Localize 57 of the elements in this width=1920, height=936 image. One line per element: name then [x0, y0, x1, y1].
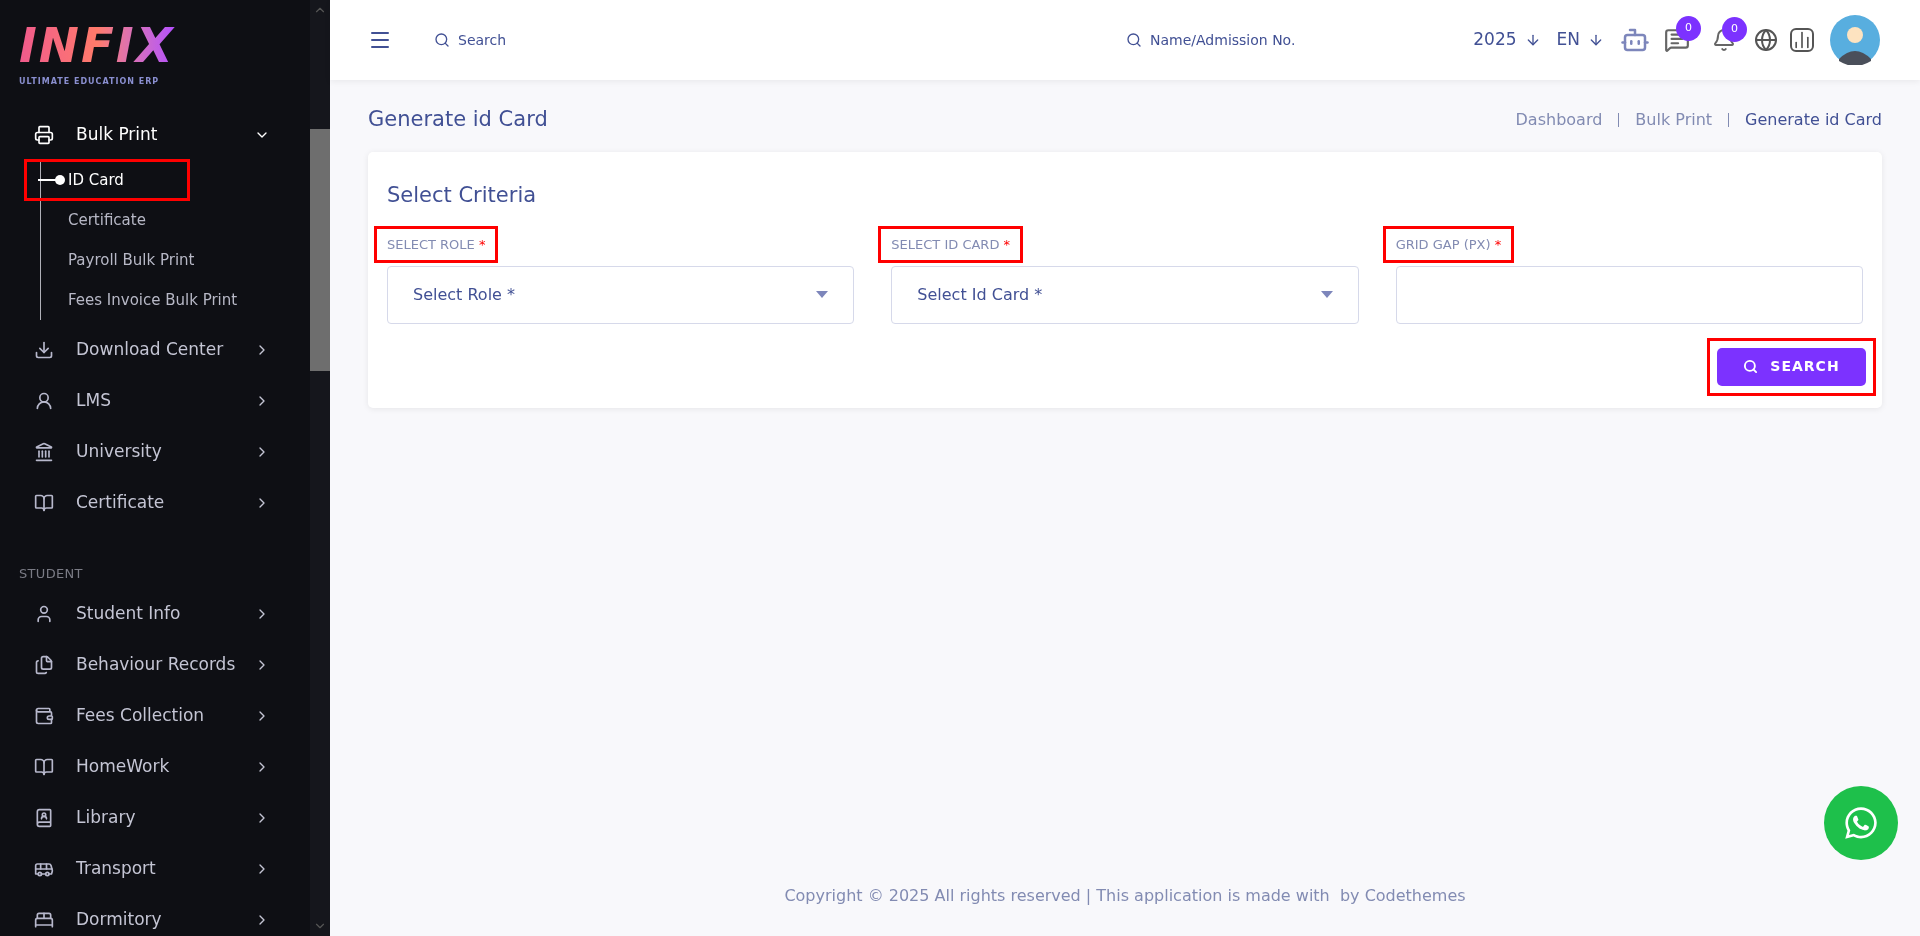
bank-icon: [34, 441, 54, 462]
search-icon: [434, 32, 450, 48]
student-search-field[interactable]: Name/Admission No.: [1150, 29, 1410, 51]
search-icon: [1743, 359, 1759, 374]
search-button[interactable]: SEARCH: [1717, 347, 1866, 386]
select-field[interactable]: Select Id Card *: [891, 265, 1359, 324]
section-heading: STUDENT: [18, 565, 84, 583]
sidebar-item[interactable]: HomeWork: [0, 741, 310, 793]
sidebar-item[interactable]: LMS: [0, 375, 310, 426]
book-icon: [34, 808, 54, 828]
input-field[interactable]: [1395, 265, 1863, 324]
book-icon: [34, 492, 54, 513]
book-icon: [34, 757, 54, 777]
whatsapp-icon: [1843, 805, 1879, 841]
printer-icon: [34, 124, 54, 145]
submenu-item[interactable]: Certificate: [24, 199, 190, 241]
footer-text: Copyright © 2025 All rights reserved | This application is made with by Codethemes: [783, 885, 1467, 907]
sidebar-item[interactable]: Fees Collection: [0, 690, 310, 742]
globe-icon[interactable]: [1754, 28, 1778, 52]
card-title: Select Criteria: [387, 182, 538, 209]
sidebar-item[interactable]: Certificate: [0, 477, 310, 528]
caret-down-icon: [1320, 291, 1333, 298]
submenu-item[interactable]: Payroll Bulk Print: [24, 239, 206, 281]
sidebar-item[interactable]: Transport: [0, 843, 310, 895]
person-icon: [34, 604, 54, 624]
submenu-item[interactable]: ID Card: [24, 159, 190, 201]
bed-icon: [34, 910, 54, 930]
person-icon: [34, 390, 54, 411]
files-icon: [34, 655, 54, 675]
search-field[interactable]: Search: [458, 29, 658, 51]
logo-tagline: ULTIMATE EDUCATION ERP: [19, 76, 161, 88]
sidebar-item[interactable]: Bulk Print: [0, 109, 310, 160]
chart-icon[interactable]: [1790, 28, 1814, 52]
caret-down-icon: [816, 291, 829, 298]
language-dropdown[interactable]: EN: [1556, 27, 1604, 53]
search-icon: [1126, 32, 1142, 48]
page-title: Generate id Card: [368, 106, 548, 134]
sidebar-item[interactable]: University: [0, 426, 310, 477]
sidebar-item[interactable]: Download Center: [0, 324, 310, 375]
count-badge: 0: [1676, 16, 1701, 41]
field-label: GRID GAP (PX) *: [1382, 225, 1515, 264]
submenu-item[interactable]: Fees Invoice Bulk Print: [24, 279, 249, 321]
field-label: SELECT ID CARD *: [878, 225, 1024, 264]
sidebar-item[interactable]: Library: [0, 792, 310, 844]
download-icon: [34, 339, 54, 360]
breadcrumb-link[interactable]: Generate id Card: [1745, 108, 1882, 132]
sidebar-item[interactable]: Student Info: [0, 588, 310, 640]
sidebar-item[interactable]: Behaviour Records: [0, 639, 310, 691]
wallet-icon: [34, 706, 54, 726]
sidebar-item[interactable]: Dormitory: [0, 894, 310, 936]
scrollbar-thumb[interactable]: [310, 129, 330, 371]
avatar[interactable]: [1830, 15, 1880, 65]
year-dropdown[interactable]: 2025: [1473, 27, 1541, 53]
bullet-icon: [38, 174, 66, 186]
select-field[interactable]: Select Role *: [387, 265, 855, 324]
count-badge: 0: [1722, 17, 1747, 42]
field-label: SELECT ROLE *: [374, 225, 499, 264]
